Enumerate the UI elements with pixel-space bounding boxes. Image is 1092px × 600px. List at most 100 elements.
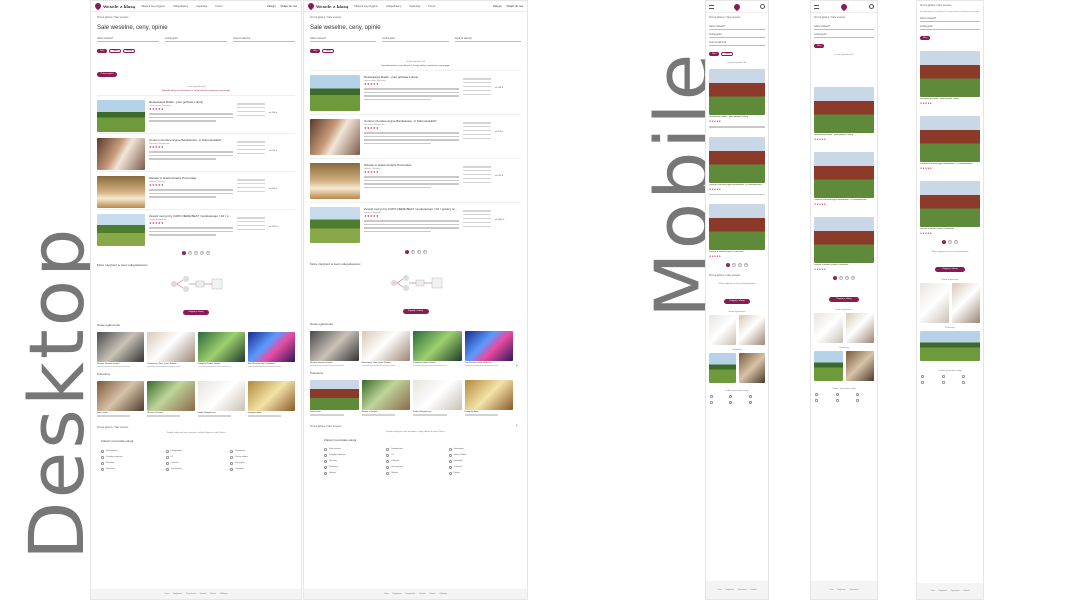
join-link[interactable]: Dołącz do nas — [507, 5, 523, 8]
footer-link[interactable]: Pomoc — [430, 593, 436, 595]
nav-item[interactable]: Forum — [215, 5, 223, 8]
listing-photo[interactable] — [310, 207, 360, 243]
footer-link[interactable]: Regulamin — [838, 589, 846, 591]
gallery-card[interactable] — [920, 283, 949, 323]
nav-item[interactable]: Inspiracje — [196, 5, 207, 8]
gallery-card[interactable]: Fotografia Ślubna Natalia — [413, 331, 462, 367]
footer-link[interactable]: Kontakt — [964, 590, 970, 592]
user-icon[interactable] — [869, 4, 874, 9]
breadcrumb[interactable]: Strona główna / Sale weselne — [917, 1, 983, 10]
gallery-card[interactable]: Fotografia Anna — [464, 380, 513, 416]
listing-title[interactable]: Restauracja Rodło - pole golfowe Lubuty — [814, 134, 853, 136]
listing-photo[interactable] — [97, 176, 145, 208]
footer-link[interactable]: Regulamin — [392, 593, 401, 595]
service-link[interactable]: Transport — [230, 467, 291, 471]
gallery-card[interactable] — [814, 351, 843, 381]
bottom-breadcrumb[interactable]: Strona główna / Sale weselne — [706, 271, 768, 280]
service-link[interactable]: Fotografowie — [165, 449, 227, 453]
site-logo[interactable]: Wesele z klasą — [93, 1, 135, 11]
service-link[interactable] — [729, 401, 744, 404]
filter-chip[interactable]: Ogród — [721, 52, 733, 56]
service-link[interactable]: Florystyka — [230, 461, 291, 465]
service-link[interactable] — [941, 381, 959, 384]
breadcrumb[interactable]: Strona główna / Sale weselne — [706, 13, 768, 22]
page-button[interactable]: 2 — [410, 250, 415, 254]
service-link[interactable]: Sale weselne — [101, 449, 162, 453]
service-link[interactable] — [835, 393, 853, 396]
listing-photo[interactable] — [709, 69, 765, 115]
service-link[interactable]: Garnitury — [324, 459, 382, 463]
service-link[interactable] — [748, 401, 764, 404]
footer-link[interactable]: Prywatność — [406, 593, 416, 595]
listing-item[interactable]: Centrum Konferencyjne Bankietowe „U Dobr… — [97, 133, 295, 171]
footer-link[interactable]: Regulamin — [726, 589, 734, 591]
search-button[interactable]: Pokaż wyniki — [97, 71, 117, 77]
listing-title[interactable]: Zespół muzyczny CAPO NERE BEAT / konfera… — [364, 207, 459, 211]
gallery-card[interactable]: Studio Fotograficzne — [197, 381, 245, 417]
gallery-card[interactable] — [814, 313, 843, 343]
user-icon[interactable] — [760, 4, 765, 9]
service-link[interactable]: Tort weselny — [386, 465, 444, 469]
service-link[interactable]: Sale weselne — [324, 447, 382, 451]
site-logo[interactable]: Wesele z klasą — [306, 1, 348, 11]
price-select[interactable]: Cena za talerzyk — [709, 41, 765, 46]
footer-link[interactable]: Prywatność — [951, 590, 960, 592]
listing-item[interactable]: Wesele w Hotelu Księże Pomorskie Gdańsk, … — [97, 171, 295, 209]
ask-offer-button[interactable]: Zapytaj o ofertę — [724, 298, 750, 304]
nav-item[interactable]: Miejsca na przyjęcie — [354, 5, 377, 8]
filter-chip[interactable]: Filtry — [709, 52, 720, 56]
nav-item[interactable]: Usługodawcy — [386, 5, 401, 8]
breadcrumb[interactable]: Strona główna / Sale weselne — [304, 12, 527, 19]
ask-offer-button[interactable]: Zapytaj o ofertę — [829, 296, 859, 302]
page-button[interactable]: 4 — [422, 250, 427, 254]
gallery-card[interactable] — [738, 353, 765, 383]
breadcrumb[interactable]: Strona główna / Sale weselne — [811, 13, 877, 22]
guests-select[interactable]: Liczba gości — [920, 25, 980, 30]
page-button[interactable]: 1 — [833, 276, 837, 280]
gallery-card[interactable]: Restauracja Złota Jesień Świecie — [361, 331, 410, 367]
page-button[interactable]: 1 — [182, 251, 186, 255]
filter-chip[interactable]: Filtry — [814, 44, 825, 48]
listing-title[interactable]: Centrum Konferencyjne Bankietowe „U Dobr… — [364, 119, 459, 123]
service-link[interactable]: DJ — [165, 455, 227, 459]
login-link[interactable]: Zaloguj — [493, 5, 502, 8]
gallery-card[interactable] — [709, 353, 736, 383]
nav-item[interactable]: Inspiracje — [409, 5, 420, 8]
footer-link[interactable]: Reklama — [220, 593, 227, 595]
footer-link[interactable]: Regulamin — [173, 593, 182, 595]
service-link[interactable]: Suknie ślubne — [230, 455, 291, 459]
page-button[interactable]: 1 — [726, 263, 730, 267]
ask-offer-button[interactable]: Zapytaj o ofertę — [183, 309, 209, 315]
page-button[interactable]: 2 — [948, 240, 952, 244]
listing-title[interactable]: Wesele w Hotelu Księże Pomorskie — [920, 228, 955, 230]
footer-link[interactable]: Onas — [164, 593, 169, 595]
service-link[interactable] — [962, 381, 979, 384]
footer-link[interactable]: Kontakt — [419, 593, 425, 595]
service-link[interactable]: Transport — [448, 465, 507, 469]
service-link[interactable]: Obrączki — [165, 461, 227, 465]
service-link[interactable] — [856, 393, 873, 396]
service-link[interactable] — [835, 399, 853, 402]
service-link[interactable]: Noclegi — [324, 471, 382, 475]
footer-link[interactable]: Reklama — [440, 593, 447, 595]
gallery-card[interactable] — [845, 351, 874, 381]
service-link[interactable] — [815, 393, 832, 396]
listing-item[interactable]: Zespół muzyczny CAPO NERE BEAT / konfera… — [310, 202, 521, 246]
service-link[interactable]: Garnitury — [101, 461, 162, 465]
listing-title[interactable]: Wesele w Hotelu Księże Pomorskie — [149, 176, 233, 180]
listing-title[interactable]: Restauracja Rodło - pole golfowe Lubuty — [709, 116, 748, 118]
listing-title[interactable]: Centrum Konferencyjne Bankietowe „U Dobr… — [920, 163, 973, 165]
service-link[interactable]: Dekoracje — [101, 467, 162, 471]
location-select[interactable]: Gdzie szukasz? — [709, 25, 765, 30]
page-button[interactable]: 2 — [188, 251, 192, 255]
gallery-card[interactable] — [845, 313, 874, 343]
service-link[interactable] — [815, 399, 832, 402]
filter-chip[interactable]: Ogród — [322, 49, 334, 53]
service-link[interactable]: DJ — [386, 453, 444, 457]
listing-photo[interactable] — [814, 152, 874, 198]
listing-photo[interactable] — [920, 51, 980, 97]
listing-title[interactable]: Centrum Konferencyjne Bankietowe „U Dobr… — [709, 184, 762, 186]
page-button[interactable]: 4 — [744, 263, 748, 267]
page-button[interactable]: 3 — [954, 240, 958, 244]
listing-item[interactable]: Wesele w Hotelu Księże Pomorskie Gdańsk, … — [310, 158, 521, 202]
